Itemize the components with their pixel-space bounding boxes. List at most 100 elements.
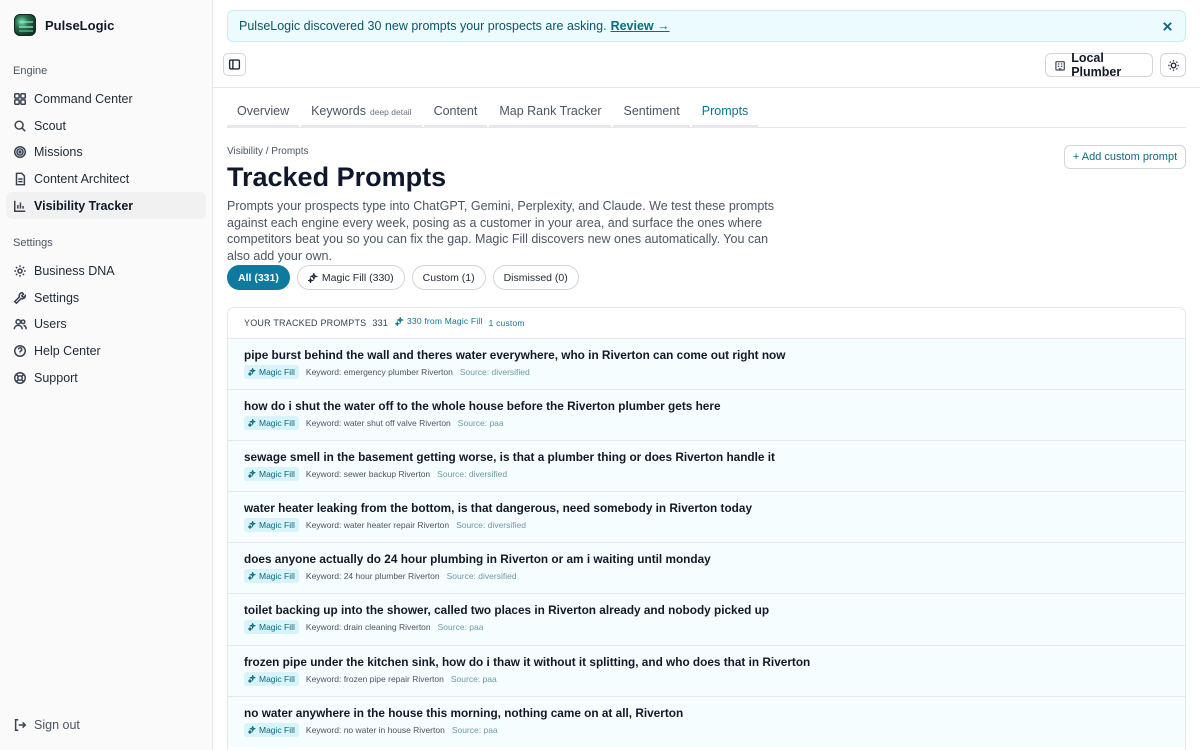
sidebar-item-label: Users (34, 317, 67, 332)
tab-overview[interactable]: Overview (227, 97, 300, 127)
business-selector-button[interactable]: Local Plumber (1045, 51, 1153, 79)
page-description: Prompts your prospects type into ChatGPT… (227, 199, 775, 263)
filter-dismissed[interactable]: Dismissed (0) (492, 265, 579, 290)
prompt-text: sewage smell in the basement getting wor… (244, 450, 775, 465)
badge-label: Magic Fill (259, 520, 295, 531)
magic-fill-badge: Magic Fill (244, 722, 299, 737)
prompt-keyword: Keyword: sewer backup Riverton (305, 469, 431, 480)
lifebuoy-icon (13, 371, 27, 385)
sparkle-icon (248, 623, 256, 632)
banner-review-link[interactable]: Review → (611, 19, 670, 33)
table-header: YOUR TRACKED PROMPTS 331 330 from Magic … (228, 308, 1185, 338)
tab-content[interactable]: Content (423, 97, 488, 127)
sidebar-item-label: Settings (34, 290, 80, 305)
settings-section-label: Settings (13, 236, 53, 249)
table-header-title: YOUR TRACKED PROMPTS (244, 318, 367, 328)
sidebar-item-scout[interactable]: Scout (6, 113, 206, 140)
sidebar-item-settings[interactable]: Settings (6, 285, 206, 312)
sidebar: PulseLogic Engine Command Center Scout M… (0, 0, 213, 750)
filter-chips: All (331) Magic Fill (330) Custom (1) Di… (227, 265, 586, 290)
sidebar-item-missions[interactable]: Missions (6, 139, 206, 166)
table-row[interactable]: does anyone actually do 24 hour plumbing… (228, 542, 1185, 594)
sidebar-item-help-center[interactable]: Help Center (6, 338, 206, 365)
table-row[interactable]: sewage smell in the basement getting wor… (228, 440, 1185, 492)
tab-prompts[interactable]: Prompts (691, 97, 759, 127)
discovery-banner: PulseLogic discovered 30 new prompts you… (227, 10, 1186, 42)
table-row[interactable]: no water anywhere in the house this morn… (228, 695, 1185, 747)
sidebar-item-visibility-tracker[interactable]: Visibility Tracker (6, 192, 206, 219)
prompt-meta: Magic Fill Keyword: emergency plumber Riv… (244, 365, 1185, 379)
badge-label: Magic Fill (259, 469, 295, 480)
main-content: PulseLogic discovered 30 new prompts you… (213, 0, 1200, 750)
sidebar-item-support[interactable]: Support (6, 364, 206, 391)
gear-icon (13, 264, 27, 278)
sparkle-icon (248, 521, 256, 530)
prompt-meta: Magic Fill Keyword: no water in house Riv… (244, 722, 1185, 737)
sidebar-item-business-dna[interactable]: Business DNA (6, 258, 206, 285)
tab-map-rank-tracker[interactable]: Map Rank Tracker (489, 97, 612, 127)
table-row[interactable]: pipe burst behind the wall and theres wa… (228, 338, 1185, 390)
prompt-keyword: Keyword: no water in house Riverton (305, 724, 445, 735)
sparkle-icon (307, 272, 318, 283)
close-icon[interactable] (1159, 18, 1175, 34)
filter-all[interactable]: All (331) (227, 265, 290, 290)
badge-label: Magic Fill (259, 571, 295, 582)
tab-label: Map Rank Tracker (499, 104, 602, 118)
sidebar-item-users[interactable]: Users (6, 311, 206, 338)
sparkle-icon (394, 316, 404, 326)
sparkle-icon (248, 725, 256, 734)
sparkle-icon (248, 368, 256, 376)
prompt-keyword: Keyword: drain cleaning Riverton (305, 622, 431, 633)
theme-toggle-button[interactable] (1160, 53, 1186, 77)
sidebar-item-command-center[interactable]: Command Center (6, 86, 206, 113)
engine-section-label: Engine (13, 65, 48, 77)
sidebar-item-label: Missions (34, 145, 83, 160)
tab-sentiment[interactable]: Sentiment (613, 97, 690, 127)
prompt-source: Source: diversified (446, 571, 517, 582)
sparkle-icon (248, 572, 256, 581)
prompt-meta: Magic Fill Keyword: water shut off valve … (244, 416, 1185, 431)
sidebar-item-label: Scout (34, 118, 66, 133)
sign-out-button[interactable]: Sign out (6, 713, 206, 737)
prompt-source: Source: paa (457, 418, 504, 429)
brand-logo (14, 14, 36, 36)
prompt-keyword: Keyword: emergency plumber Riverton (305, 367, 453, 377)
magic-fill-badge: Magic Fill (244, 365, 299, 379)
tab-keywords[interactable]: Keywords deep detail (301, 97, 422, 127)
table-header-magic-count: 330 from Magic Fill (394, 316, 483, 326)
tab-label: Sentiment (623, 104, 680, 118)
tabs: Overview Keywords deep detail Content Map… (227, 97, 1186, 128)
magic-fill-badge: Magic Fill (244, 518, 299, 533)
table-row[interactable]: how do i shut the water off to the whole… (228, 389, 1185, 441)
sign-out-icon (13, 718, 27, 732)
filter-label: Magic Fill (330) (321, 271, 394, 284)
tracked-prompts-table: YOUR TRACKED PROMPTS 331 330 from Magic … (227, 307, 1186, 750)
tab-label: Overview (237, 104, 290, 118)
brand[interactable]: PulseLogic (0, 0, 212, 50)
sidebar-item-label: Business DNA (34, 264, 115, 279)
table-row[interactable]: toilet backing up into the shower, calle… (228, 593, 1185, 645)
prompt-keyword: Keyword: water heater repair Riverton (305, 520, 450, 531)
prompt-text: frozen pipe under the kitchen sink, how … (244, 654, 811, 669)
magic-count-label: 330 from Magic Fill (406, 316, 483, 326)
table-row[interactable]: frozen pipe under the kitchen sink, how … (228, 644, 1185, 696)
sidebar-item-content-architect[interactable]: Content Architect (6, 166, 206, 193)
magic-fill-badge: Magic Fill (244, 416, 299, 431)
prompt-text: does anyone actually do 24 hour plumbing… (244, 552, 711, 567)
prompt-meta: Magic Fill Keyword: 24 hour plumber River… (244, 569, 1185, 584)
brand-name: PulseLogic (45, 17, 115, 33)
table-row[interactable]: water heater leaking from the bottom, is… (228, 491, 1185, 543)
filter-custom[interactable]: Custom (1) (411, 265, 486, 290)
add-custom-prompt-button[interactable]: + Add custom prompt (1064, 145, 1186, 169)
badge-label: Magic Fill (259, 418, 295, 429)
business-name: Local Plumber (1071, 51, 1122, 79)
prompt-meta: Magic Fill Keyword: frozen pipe repair Ri… (244, 671, 1185, 686)
prompt-text: pipe burst behind the wall and theres wa… (244, 348, 786, 362)
prompt-meta: Magic Fill Keyword: water heater repair R… (244, 518, 1185, 533)
sun-icon (1167, 59, 1179, 71)
sidebar-toggle-button[interactable] (223, 53, 246, 76)
tab-label: Content (433, 104, 478, 118)
filter-magic-fill[interactable]: Magic Fill (330) (296, 265, 405, 290)
prompt-meta: Magic Fill Keyword: sewer backup Riverton… (244, 467, 1185, 482)
prompt-source: Source: paa (451, 724, 498, 735)
